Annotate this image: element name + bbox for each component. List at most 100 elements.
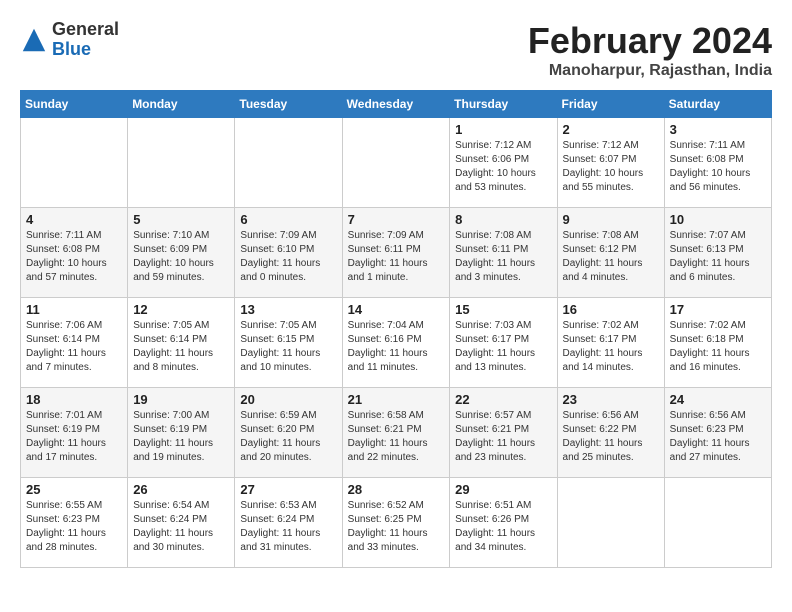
calendar-cell: 11 Sunrise: 7:06 AM Sunset: 6:14 PM Dayli… — [21, 298, 128, 388]
calendar-cell: 13 Sunrise: 7:05 AM Sunset: 6:15 PM Dayli… — [235, 298, 342, 388]
cell-day-info: Sunrise: 7:06 AM Sunset: 6:14 PM Dayligh… — [26, 319, 122, 375]
cell-day-info: Sunrise: 6:55 AM Sunset: 6:23 PM Dayligh… — [26, 499, 122, 555]
calendar-cell: 16 Sunrise: 7:02 AM Sunset: 6:17 PM Dayli… — [557, 298, 664, 388]
weekday-header: Tuesday — [235, 91, 342, 118]
calendar-cell: 5 Sunrise: 7:10 AM Sunset: 6:09 PM Daylig… — [128, 208, 235, 298]
calendar-week-row: 4 Sunrise: 7:11 AM Sunset: 6:08 PM Daylig… — [21, 208, 772, 298]
cell-day-info: Sunrise: 6:52 AM Sunset: 6:25 PM Dayligh… — [348, 499, 445, 555]
logo-blue-text: Blue — [52, 40, 119, 60]
cell-day-number: 7 — [348, 212, 445, 227]
logo-icon — [20, 26, 48, 54]
cell-day-info: Sunrise: 6:53 AM Sunset: 6:24 PM Dayligh… — [240, 499, 336, 555]
cell-day-info: Sunrise: 7:05 AM Sunset: 6:14 PM Dayligh… — [133, 319, 229, 375]
cell-day-number: 12 — [133, 302, 229, 317]
cell-day-number: 1 — [455, 122, 551, 137]
calendar-week-row: 25 Sunrise: 6:55 AM Sunset: 6:23 PM Dayli… — [21, 478, 772, 568]
calendar-cell: 15 Sunrise: 7:03 AM Sunset: 6:17 PM Dayli… — [450, 298, 557, 388]
calendar-table: SundayMondayTuesdayWednesdayThursdayFrid… — [20, 90, 772, 568]
cell-day-info: Sunrise: 7:12 AM Sunset: 6:06 PM Dayligh… — [455, 139, 551, 195]
calendar-week-row: 11 Sunrise: 7:06 AM Sunset: 6:14 PM Dayli… — [21, 298, 772, 388]
calendar-cell: 18 Sunrise: 7:01 AM Sunset: 6:19 PM Dayli… — [21, 388, 128, 478]
cell-day-number: 17 — [670, 302, 766, 317]
cell-day-info: Sunrise: 7:03 AM Sunset: 6:17 PM Dayligh… — [455, 319, 551, 375]
cell-day-number: 9 — [563, 212, 659, 227]
cell-day-info: Sunrise: 7:00 AM Sunset: 6:19 PM Dayligh… — [133, 409, 229, 465]
cell-day-number: 2 — [563, 122, 659, 137]
calendar-cell: 22 Sunrise: 6:57 AM Sunset: 6:21 PM Dayli… — [450, 388, 557, 478]
cell-day-number: 19 — [133, 392, 229, 407]
calendar-cell: 24 Sunrise: 6:56 AM Sunset: 6:23 PM Dayli… — [664, 388, 771, 478]
calendar-cell: 7 Sunrise: 7:09 AM Sunset: 6:11 PM Daylig… — [342, 208, 450, 298]
cell-day-number: 8 — [455, 212, 551, 227]
cell-day-number: 23 — [563, 392, 659, 407]
cell-day-info: Sunrise: 7:09 AM Sunset: 6:10 PM Dayligh… — [240, 229, 336, 285]
cell-day-info: Sunrise: 7:11 AM Sunset: 6:08 PM Dayligh… — [670, 139, 766, 195]
calendar-cell: 29Sunrise: 6:51 AM Sunset: 6:26 PM Dayli… — [450, 478, 557, 568]
cell-day-number: 26 — [133, 482, 229, 497]
cell-day-info: Sunrise: 6:59 AM Sunset: 6:20 PM Dayligh… — [240, 409, 336, 465]
calendar-cell: 6 Sunrise: 7:09 AM Sunset: 6:10 PM Daylig… — [235, 208, 342, 298]
cell-day-number: 25 — [26, 482, 122, 497]
cell-day-number: 14 — [348, 302, 445, 317]
logo: General Blue — [20, 20, 119, 60]
calendar-cell: 27 Sunrise: 6:53 AM Sunset: 6:24 PM Dayli… — [235, 478, 342, 568]
calendar-header: SundayMondayTuesdayWednesdayThursdayFrid… — [21, 91, 772, 118]
calendar-week-row: 18 Sunrise: 7:01 AM Sunset: 6:19 PM Dayli… — [21, 388, 772, 478]
cell-day-number: 10 — [670, 212, 766, 227]
calendar-cell: 21Sunrise: 6:58 AM Sunset: 6:21 PM Dayli… — [342, 388, 450, 478]
cell-day-info: Sunrise: 7:09 AM Sunset: 6:11 PM Dayligh… — [348, 229, 445, 285]
cell-day-info: Sunrise: 7:10 AM Sunset: 6:09 PM Dayligh… — [133, 229, 229, 285]
calendar-cell: 3 Sunrise: 7:11 AM Sunset: 6:08 PM Daylig… — [664, 118, 771, 208]
calendar-cell — [128, 118, 235, 208]
cell-day-number: 22 — [455, 392, 551, 407]
cell-day-info: Sunrise: 6:54 AM Sunset: 6:24 PM Dayligh… — [133, 499, 229, 555]
cell-day-info: Sunrise: 7:05 AM Sunset: 6:15 PM Dayligh… — [240, 319, 336, 375]
calendar-cell — [557, 478, 664, 568]
cell-day-info: Sunrise: 6:56 AM Sunset: 6:23 PM Dayligh… — [670, 409, 766, 465]
cell-day-info: Sunrise: 6:56 AM Sunset: 6:22 PM Dayligh… — [563, 409, 659, 465]
cell-day-info: Sunrise: 7:08 AM Sunset: 6:12 PM Dayligh… — [563, 229, 659, 285]
weekday-header: Friday — [557, 91, 664, 118]
cell-day-number: 13 — [240, 302, 336, 317]
cell-day-number: 27 — [240, 482, 336, 497]
cell-day-number: 11 — [26, 302, 122, 317]
cell-day-info: Sunrise: 7:07 AM Sunset: 6:13 PM Dayligh… — [670, 229, 766, 285]
calendar-cell — [342, 118, 450, 208]
weekday-header: Monday — [128, 91, 235, 118]
cell-day-info: Sunrise: 6:57 AM Sunset: 6:21 PM Dayligh… — [455, 409, 551, 465]
calendar-cell: 9 Sunrise: 7:08 AM Sunset: 6:12 PM Daylig… — [557, 208, 664, 298]
cell-day-info: Sunrise: 7:02 AM Sunset: 6:17 PM Dayligh… — [563, 319, 659, 375]
calendar-cell — [235, 118, 342, 208]
cell-day-number: 18 — [26, 392, 122, 407]
cell-day-number: 5 — [133, 212, 229, 227]
cell-day-number: 16 — [563, 302, 659, 317]
calendar-cell: 25 Sunrise: 6:55 AM Sunset: 6:23 PM Dayli… — [21, 478, 128, 568]
calendar-body: 1 Sunrise: 7:12 AM Sunset: 6:06 PM Daylig… — [21, 118, 772, 568]
calendar-cell: 17 Sunrise: 7:02 AM Sunset: 6:18 PM Dayli… — [664, 298, 771, 388]
calendar-cell: 26 Sunrise: 6:54 AM Sunset: 6:24 PM Dayli… — [128, 478, 235, 568]
title-block: February 2024 Manoharpur, Rajasthan, Ind… — [528, 20, 772, 80]
calendar-cell: 4 Sunrise: 7:11 AM Sunset: 6:08 PM Daylig… — [21, 208, 128, 298]
weekday-header: Thursday — [450, 91, 557, 118]
calendar-week-row: 1 Sunrise: 7:12 AM Sunset: 6:06 PM Daylig… — [21, 118, 772, 208]
cell-day-info: Sunrise: 7:01 AM Sunset: 6:19 PM Dayligh… — [26, 409, 122, 465]
cell-day-number: 24 — [670, 392, 766, 407]
cell-day-number: 3 — [670, 122, 766, 137]
cell-day-number: 21 — [348, 392, 445, 407]
cell-day-info: Sunrise: 7:02 AM Sunset: 6:18 PM Dayligh… — [670, 319, 766, 375]
cell-day-info: Sunrise: 7:11 AM Sunset: 6:08 PM Dayligh… — [26, 229, 122, 285]
cell-day-number: 6 — [240, 212, 336, 227]
cell-day-number: 4 — [26, 212, 122, 227]
cell-day-number: 28 — [348, 482, 445, 497]
location: Manoharpur, Rajasthan, India — [528, 62, 772, 80]
page-header: General Blue February 2024 Manoharpur, R… — [20, 20, 772, 80]
cell-day-number: 15 — [455, 302, 551, 317]
cell-day-number: 29 — [455, 482, 551, 497]
weekday-row: SundayMondayTuesdayWednesdayThursdayFrid… — [21, 91, 772, 118]
calendar-cell: 23 Sunrise: 6:56 AM Sunset: 6:22 PM Dayli… — [557, 388, 664, 478]
cell-day-number: 20 — [240, 392, 336, 407]
weekday-header: Wednesday — [342, 91, 450, 118]
cell-day-info: Sunrise: 7:04 AM Sunset: 6:16 PM Dayligh… — [348, 319, 445, 375]
calendar-cell: 10 Sunrise: 7:07 AM Sunset: 6:13 PM Dayli… — [664, 208, 771, 298]
calendar-cell: 19 Sunrise: 7:00 AM Sunset: 6:19 PM Dayli… — [128, 388, 235, 478]
